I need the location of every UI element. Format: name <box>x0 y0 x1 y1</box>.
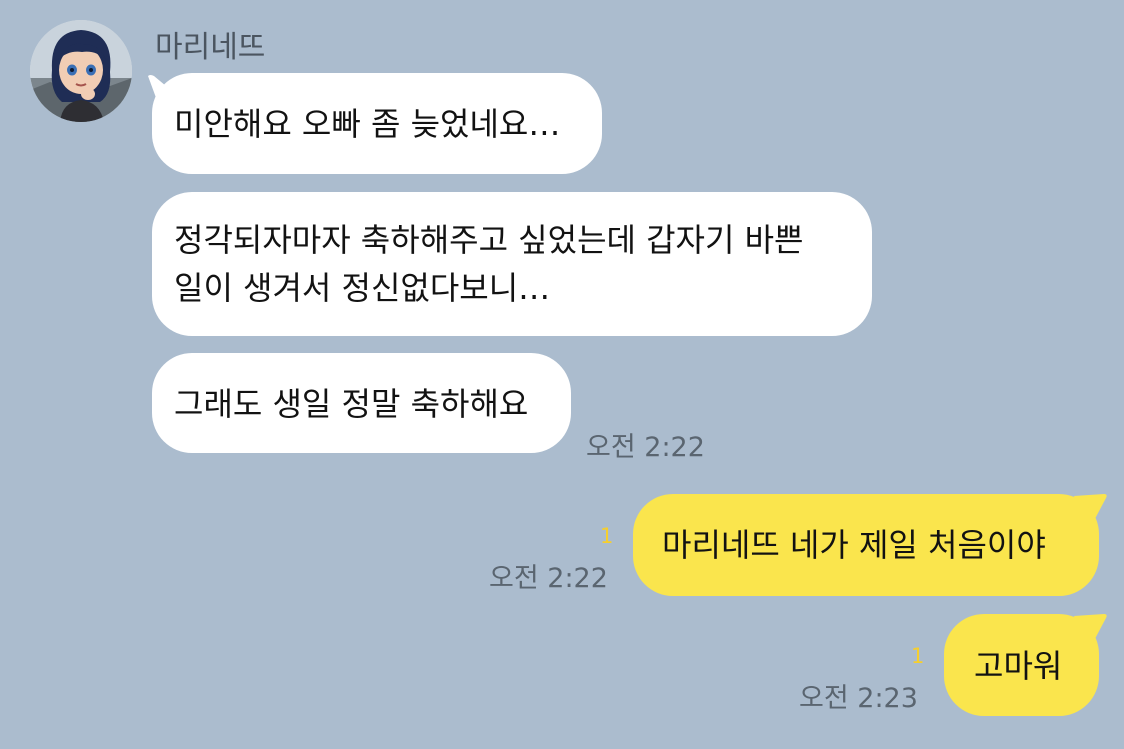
message-text: 그래도 생일 정말 축하해요 <box>174 385 529 423</box>
avatar-image <box>30 20 132 122</box>
incoming-message[interactable]: 미안해요 오빠 좀 늦었네요… <box>152 73 602 174</box>
unread-count: 1 <box>600 524 614 548</box>
message-text: 고마워 <box>974 647 1063 685</box>
message-text: 마리네뜨 네가 제일 처음이야 <box>662 526 1046 564</box>
message-timestamp: 오전 2:22 <box>586 432 705 463</box>
incoming-message[interactable]: 정각되자마자 축하해주고 싶었는데 갑자기 바쁜 일이 생겨서 정신없다보니… <box>152 192 872 336</box>
unread-count: 1 <box>911 644 925 668</box>
sender-name: 마리네뜨 <box>155 30 266 65</box>
message-text: 미안해요 오빠 좀 늦었네요… <box>174 105 561 143</box>
avatar[interactable] <box>30 20 132 122</box>
outgoing-message[interactable]: 마리네뜨 네가 제일 처음이야 <box>633 494 1099 596</box>
incoming-message[interactable]: 그래도 생일 정말 축하해요 <box>152 353 571 453</box>
message-text-line: 정각되자마자 축하해주고 싶었는데 갑자기 바쁜 <box>174 221 804 259</box>
outgoing-message[interactable]: 고마워 <box>944 614 1099 716</box>
message-timestamp: 오전 2:22 <box>489 563 608 594</box>
message-text-line: 일이 생겨서 정신없다보니… <box>174 269 551 307</box>
message-timestamp: 오전 2:23 <box>799 683 918 714</box>
